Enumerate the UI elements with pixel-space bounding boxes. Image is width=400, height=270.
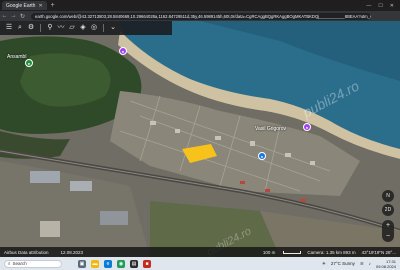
taskbar-apps: ▣ ▬ e ◉ ▤ ■ bbox=[78, 259, 151, 268]
volume-icon[interactable]: ♪ bbox=[369, 261, 371, 266]
close-icon[interactable]: ✕ bbox=[38, 3, 42, 9]
window-controls: — ☐ ✕ bbox=[366, 3, 394, 9]
search-icon[interactable]: ⌕ bbox=[15, 21, 25, 35]
system-tray: ☀ 27°C Sunny ≋ ♪ 17:31 09.08.2024 bbox=[322, 259, 400, 269]
clock[interactable]: 17:31 09.08.2024 bbox=[376, 259, 396, 269]
close-window-icon[interactable]: ✕ bbox=[390, 3, 394, 9]
imagery-date: 12.08.2023 bbox=[60, 249, 84, 255]
wifi-icon[interactable]: ≋ bbox=[360, 261, 364, 267]
windows-taskbar: ⌕ Search ▣ ▬ e ◉ ▤ ■ ☀ 27°C Sunny ≋ ♪ 17… bbox=[0, 257, 400, 270]
taskbar-search-label: Search bbox=[12, 261, 27, 266]
scale-label: 100 m bbox=[262, 249, 276, 255]
zoom-out-button[interactable]: − bbox=[386, 233, 390, 240]
tab-title: Google Earth bbox=[6, 2, 36, 9]
ruler-icon[interactable]: ▱ bbox=[67, 21, 77, 35]
camera-icon[interactable]: ◎ bbox=[89, 21, 99, 35]
attribution-link[interactable]: Airbus Data attribution bbox=[4, 250, 49, 255]
browser-tab-strip: Google Earth ✕ + — ☐ ✕ bbox=[0, 0, 400, 11]
zoom-in-button[interactable]: + bbox=[386, 222, 390, 229]
earth-status-bar: Airbus Data attribution 12.08.2023 100 m… bbox=[0, 247, 400, 257]
file-explorer-icon[interactable]: ▬ bbox=[91, 259, 99, 268]
satellite-imagery bbox=[0, 21, 400, 257]
poi-pin-icon[interactable]: ● bbox=[258, 152, 266, 160]
browser-tab[interactable]: Google Earth ✕ bbox=[2, 1, 47, 10]
store-icon[interactable]: ▤ bbox=[130, 259, 138, 268]
collapse-icon[interactable]: ⌄ bbox=[108, 21, 118, 35]
place-label: Vasil Grigorov bbox=[255, 126, 287, 132]
layers-icon[interactable]: ◈ bbox=[78, 21, 88, 35]
zoom-control: + − bbox=[382, 220, 394, 242]
clock-date: 09.08.2024 bbox=[375, 263, 396, 269]
app-icon[interactable]: ■ bbox=[143, 259, 151, 268]
place-pin-icon[interactable]: ● bbox=[119, 47, 127, 55]
path-icon[interactable]: 〰 bbox=[56, 21, 66, 35]
weather-icon: ☀ bbox=[321, 260, 326, 266]
view-2d-button[interactable]: 2D bbox=[382, 204, 394, 216]
reload-icon[interactable]: ↻ bbox=[18, 13, 27, 20]
maximize-icon[interactable]: ☐ bbox=[378, 3, 382, 9]
chrome-icon[interactable]: ◉ bbox=[117, 259, 125, 268]
menu-icon[interactable]: ☰ bbox=[4, 21, 14, 35]
back-icon[interactable]: ← bbox=[0, 13, 9, 19]
minimize-icon[interactable]: — bbox=[366, 3, 371, 9]
forward-icon[interactable]: → bbox=[9, 13, 18, 19]
url-input[interactable]: earth.google.com/web/@43.32713803,28.584… bbox=[31, 12, 371, 20]
place-pin-icon[interactable]: ● bbox=[303, 123, 311, 131]
compass-button[interactable]: N bbox=[382, 190, 394, 202]
earth-toolbar: ☰ ⌕ ⚙ ⚲ 〰 ▱ ◈ ◎ ⌄ bbox=[0, 21, 172, 35]
edge-icon[interactable]: e bbox=[104, 259, 112, 268]
pin-icon[interactable]: ⚲ bbox=[45, 21, 55, 35]
coordinate-readout: 43°19'19"N 28°... bbox=[361, 249, 396, 255]
settings-icon[interactable]: ⚙ bbox=[26, 21, 36, 35]
browser-address-bar: ← → ↻ earth.google.com/web/@43.32713803,… bbox=[0, 11, 400, 21]
scale-bar bbox=[283, 250, 302, 254]
place-label: Ansambl bbox=[7, 54, 27, 60]
camera-readout: Camera: 1.35 km 893 m bbox=[307, 249, 356, 255]
new-tab-button[interactable]: + bbox=[51, 2, 55, 9]
toolbar-divider bbox=[40, 24, 41, 32]
task-view-icon[interactable]: ▣ bbox=[78, 259, 86, 268]
weather-text[interactable]: 27°C Sunny bbox=[331, 261, 355, 266]
park-pin-icon[interactable]: ● bbox=[25, 59, 33, 67]
taskbar-search[interactable]: ⌕ Search bbox=[4, 259, 62, 268]
satellite-map-view[interactable]: ● ● Ansambl ● Vasil Grigorov ● publi24.r… bbox=[0, 21, 400, 257]
search-icon: ⌕ bbox=[8, 261, 11, 266]
toolbar-divider bbox=[103, 24, 104, 32]
